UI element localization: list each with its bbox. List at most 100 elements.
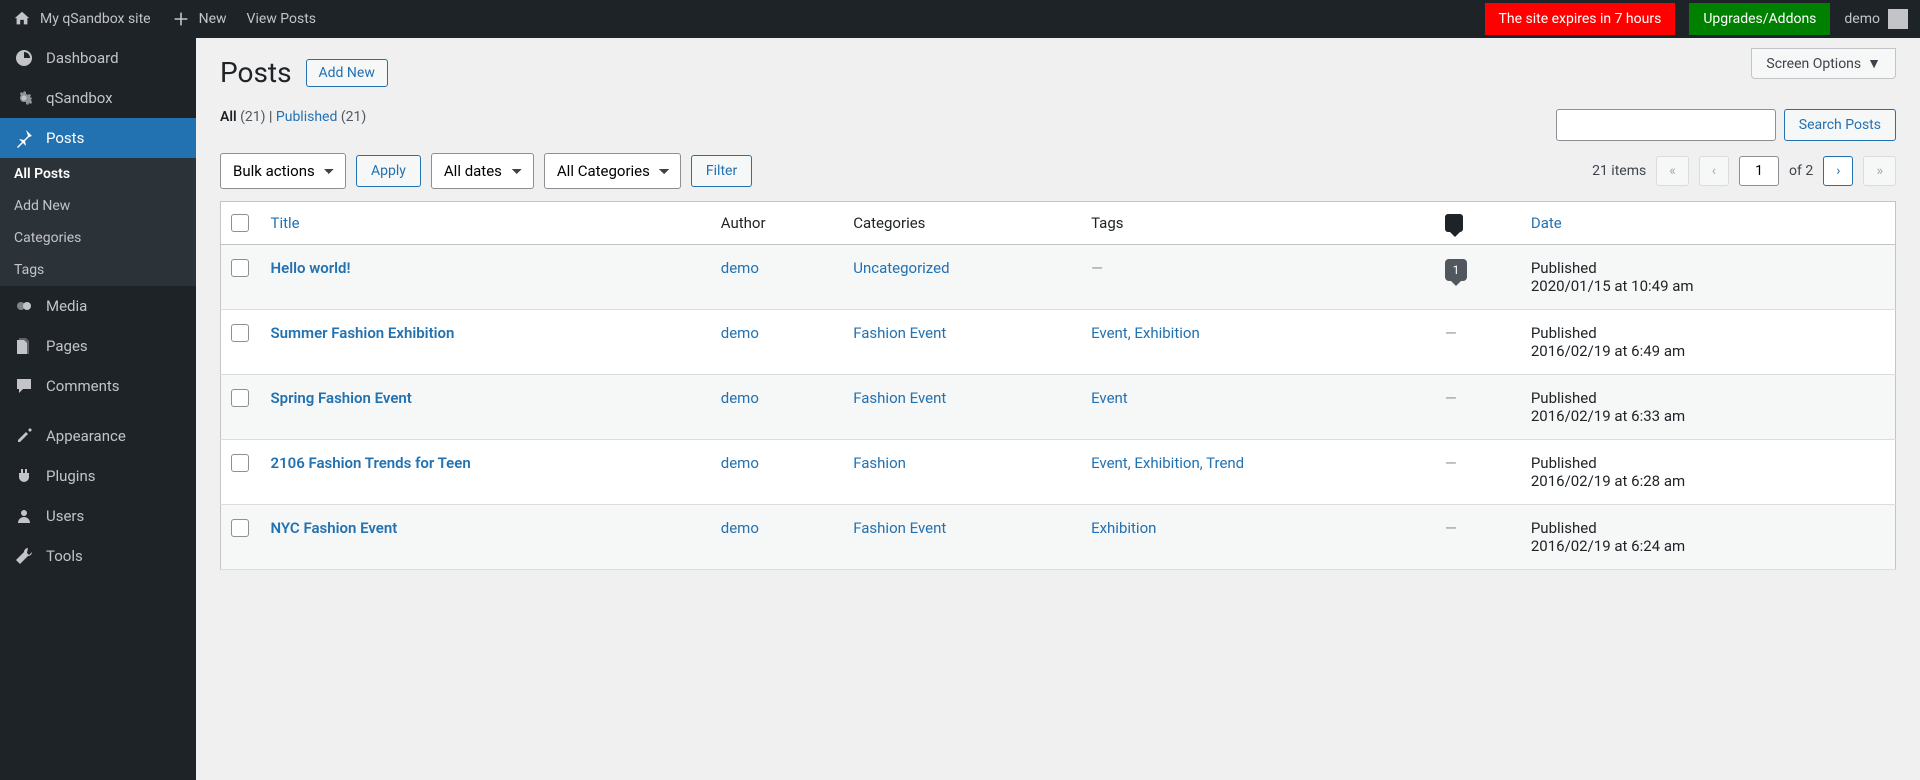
category-link[interactable]: Fashion Event xyxy=(853,389,946,407)
next-page-button[interactable]: › xyxy=(1823,156,1853,186)
site-name: My qSandbox site xyxy=(40,11,151,27)
comment-icon xyxy=(1445,214,1463,232)
tags-link[interactable]: Event, Exhibition xyxy=(1091,324,1200,342)
users-icon xyxy=(14,506,34,526)
items-count: 21 items xyxy=(1592,163,1646,179)
no-comments: — xyxy=(1445,324,1457,342)
author-link[interactable]: demo xyxy=(721,389,759,407)
author-link[interactable]: demo xyxy=(721,454,759,472)
col-date[interactable]: Date xyxy=(1521,202,1896,245)
post-datetime: 2016/02/19 at 6:28 am xyxy=(1531,472,1885,490)
post-title-link[interactable]: Spring Fashion Event xyxy=(271,389,412,407)
col-categories[interactable]: Categories xyxy=(843,202,1081,245)
sidebar-item-users[interactable]: Users xyxy=(0,496,196,536)
current-page-input[interactable] xyxy=(1739,156,1779,186)
pages-icon xyxy=(14,336,34,356)
filter-all[interactable]: All (21) xyxy=(220,109,266,125)
comments-icon xyxy=(14,376,34,396)
table-row: NYC Fashion Event demo Fashion Event Exhibi… xyxy=(221,505,1896,570)
sidebar-item-plugins[interactable]: Plugins xyxy=(0,456,196,496)
total-pages-label: of 2 xyxy=(1789,163,1813,179)
search-input[interactable] xyxy=(1556,109,1776,141)
post-title-link[interactable]: 2106 Fashion Trends for Teen xyxy=(271,454,471,472)
sidebar-item-dashboard[interactable]: Dashboard xyxy=(0,38,196,78)
sidebar-item-appearance[interactable]: Appearance xyxy=(0,416,196,456)
post-datetime: 2016/02/19 at 6:49 am xyxy=(1531,342,1885,360)
apply-button[interactable]: Apply xyxy=(356,155,421,187)
last-page-button[interactable]: » xyxy=(1863,156,1896,186)
expire-badge: The site expires in 7 hours xyxy=(1485,3,1676,35)
post-title-link[interactable]: Hello world! xyxy=(271,259,351,277)
post-status: Published xyxy=(1531,454,1885,472)
col-title[interactable]: Title xyxy=(261,202,711,245)
date-filter-select[interactable]: All dates xyxy=(431,153,534,189)
sidebar-item-posts[interactable]: Posts xyxy=(0,118,196,158)
row-checkbox[interactable] xyxy=(231,324,249,342)
sidebar-item-comments[interactable]: Comments xyxy=(0,366,196,406)
tags-link[interactable]: Exhibition xyxy=(1091,519,1156,537)
wrench-icon xyxy=(14,546,34,566)
brush-icon xyxy=(14,426,34,446)
post-title-link[interactable]: NYC Fashion Event xyxy=(271,519,398,537)
media-icon xyxy=(14,296,34,316)
table-row: 2106 Fashion Trends for Teen demo Fashion E… xyxy=(221,440,1896,505)
user-menu[interactable]: demo xyxy=(1844,9,1908,29)
new-content-link[interactable]: New xyxy=(171,9,227,29)
col-tags[interactable]: Tags xyxy=(1081,202,1435,245)
select-all-checkbox[interactable] xyxy=(231,214,249,232)
table-row: Summer Fashion Exhibition demo Fashion Eve… xyxy=(221,310,1896,375)
author-link[interactable]: demo xyxy=(721,259,759,277)
prev-page-button[interactable]: ‹ xyxy=(1699,156,1729,186)
screen-options-toggle[interactable]: Screen Options ▼ xyxy=(1751,48,1896,79)
view-posts-link[interactable]: View Posts xyxy=(247,11,317,27)
pin-icon xyxy=(14,128,34,148)
sidebar-item-pages[interactable]: Pages xyxy=(0,326,196,366)
post-title-link[interactable]: Summer Fashion Exhibition xyxy=(271,324,455,342)
sidebar-item-qsandbox[interactable]: qSandbox xyxy=(0,78,196,118)
user-name: demo xyxy=(1844,11,1880,27)
submenu-categories[interactable]: Categories xyxy=(0,222,196,254)
author-link[interactable]: demo xyxy=(721,324,759,342)
tags-link[interactable]: Event xyxy=(1091,389,1128,407)
post-datetime: 2016/02/19 at 6:24 am xyxy=(1531,537,1885,555)
comment-count-badge[interactable]: 1 xyxy=(1445,259,1467,281)
upgrades-link[interactable]: Upgrades/Addons xyxy=(1689,3,1830,35)
category-link[interactable]: Fashion Event xyxy=(853,324,946,342)
category-link[interactable]: Fashion Event xyxy=(853,519,946,537)
row-checkbox[interactable] xyxy=(231,259,249,277)
author-link[interactable]: demo xyxy=(721,519,759,537)
add-new-button[interactable]: Add New xyxy=(306,59,388,87)
site-name-link[interactable]: My qSandbox site xyxy=(12,9,151,29)
category-filter-select[interactable]: All Categories xyxy=(544,153,681,189)
posts-table: Title Author Categories Tags Date Hello … xyxy=(220,201,1896,570)
post-status: Published xyxy=(1531,259,1885,277)
col-comments[interactable] xyxy=(1435,202,1521,245)
post-status: Published xyxy=(1531,519,1885,537)
first-page-button[interactable]: « xyxy=(1656,156,1689,186)
no-comments: — xyxy=(1445,389,1457,407)
search-button[interactable]: Search Posts xyxy=(1784,109,1896,141)
submenu-all-posts[interactable]: All Posts xyxy=(0,158,196,190)
row-checkbox[interactable] xyxy=(231,389,249,407)
row-checkbox[interactable] xyxy=(231,454,249,472)
plug-icon xyxy=(14,466,34,486)
no-tags: — xyxy=(1091,259,1103,277)
sidebar-item-tools[interactable]: Tools xyxy=(0,536,196,576)
filter-button[interactable]: Filter xyxy=(691,155,752,187)
col-author[interactable]: Author xyxy=(711,202,843,245)
tags-link[interactable]: Event, Exhibition, Trend xyxy=(1091,454,1244,472)
admin-bar: My qSandbox site New View Posts The site… xyxy=(0,0,1920,38)
gear-icon xyxy=(14,88,34,108)
no-comments: — xyxy=(1445,454,1457,472)
submenu-tags[interactable]: Tags xyxy=(0,254,196,286)
post-datetime: 2020/01/15 at 10:49 am xyxy=(1531,277,1885,295)
submenu-add-new[interactable]: Add New xyxy=(0,190,196,222)
category-link[interactable]: Fashion xyxy=(853,454,906,472)
no-comments: — xyxy=(1445,519,1457,537)
filter-published[interactable]: Published (21) xyxy=(276,109,366,125)
bulk-actions-select[interactable]: Bulk actions xyxy=(220,153,346,189)
sidebar-item-media[interactable]: Media xyxy=(0,286,196,326)
row-checkbox[interactable] xyxy=(231,519,249,537)
table-row: Spring Fashion Event demo Fashion Event Eve… xyxy=(221,375,1896,440)
category-link[interactable]: Uncategorized xyxy=(853,259,949,277)
